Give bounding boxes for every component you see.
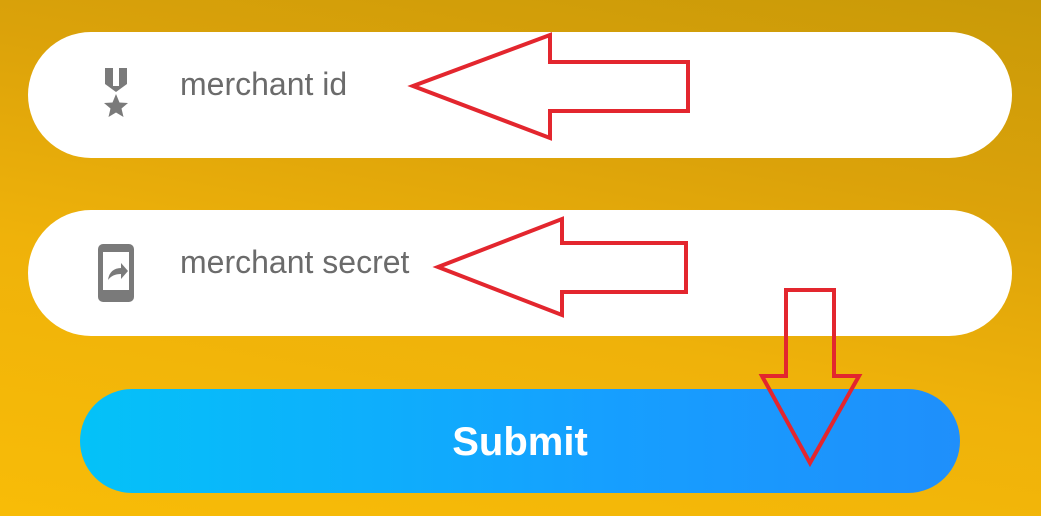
submit-button[interactable]: Submit — [80, 389, 960, 493]
merchant-secret-input[interactable]: merchant secret — [180, 244, 409, 280]
submit-button-label: Submit — [452, 420, 588, 464]
merchant-secret-field[interactable]: merchant secret — [28, 210, 1012, 336]
medal-icon — [94, 62, 138, 128]
merchant-id-field[interactable]: merchant id — [28, 32, 1012, 158]
phone-share-icon — [94, 240, 138, 306]
merchant-id-input[interactable]: merchant id — [180, 66, 347, 102]
